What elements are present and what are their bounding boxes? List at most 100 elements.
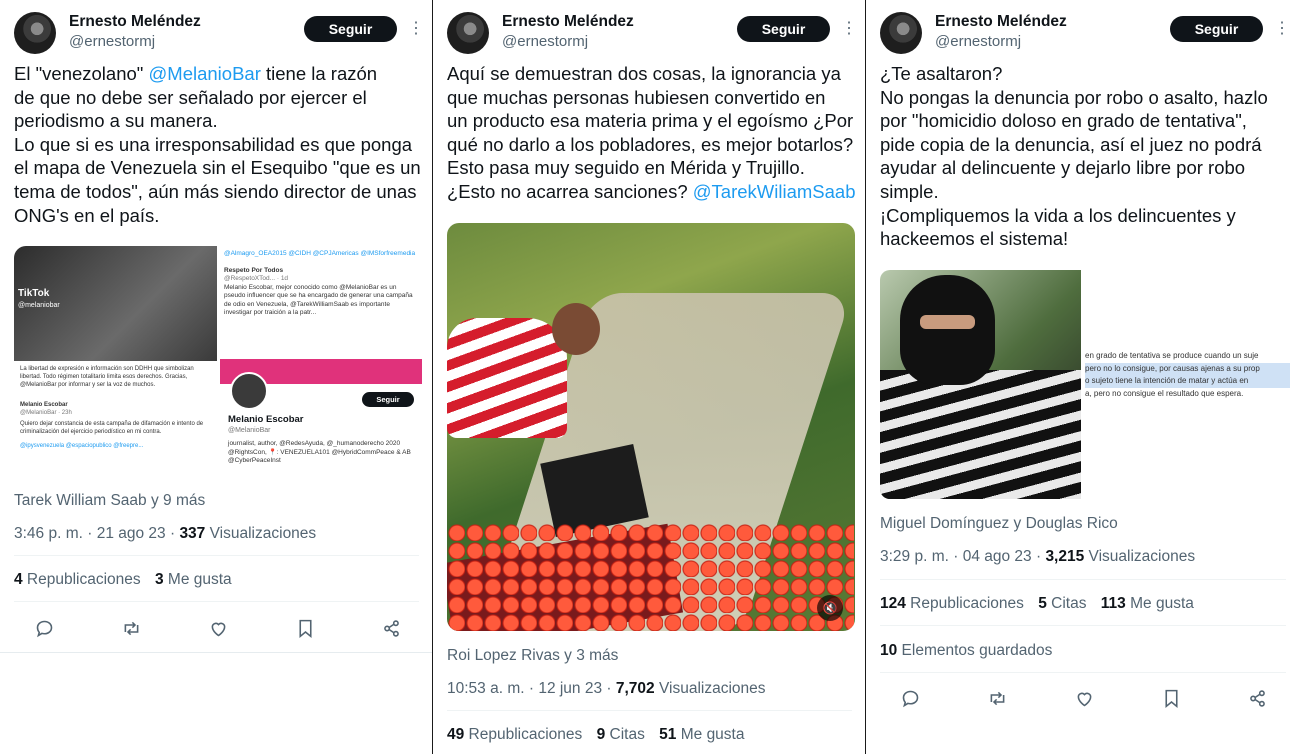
balaclava	[900, 275, 995, 385]
quoted-text: Quiero dejar constancia de esta campaña …	[20, 421, 204, 435]
likes-stat[interactable]: 113 Me gusta	[1101, 595, 1194, 612]
follow-button[interactable]: Seguir	[737, 16, 830, 42]
reply-icon[interactable]	[895, 683, 925, 713]
profile-follow-button: Seguir	[362, 392, 414, 407]
person-striped-shirt	[447, 318, 567, 438]
likes-stat[interactable]: 3 Me gusta	[155, 571, 232, 588]
divider	[0, 652, 433, 653]
views-label: Visualizaciones	[205, 525, 317, 542]
more-icon[interactable]: ⋮	[408, 19, 424, 39]
views-label: Visualizaciones	[654, 680, 766, 697]
views-label: Visualizaciones	[1084, 548, 1196, 565]
like-icon[interactable]	[1069, 683, 1099, 713]
tweet-text: ¿Te asaltaron? No pongas la denuncia por…	[880, 63, 1268, 250]
author-name[interactable]: Ernesto Meléndez	[502, 13, 634, 31]
author-handle[interactable]: @ernestormj	[935, 33, 1021, 50]
tweet-media[interactable]: en grado de tentativa se produce cuando …	[880, 270, 1290, 499]
retweets-stat[interactable]: 49 Republicaciones	[447, 726, 582, 743]
author-name[interactable]: Ernesto Meléndez	[935, 13, 1067, 31]
bookmark-icon[interactable]	[290, 613, 320, 643]
mute-icon[interactable]: 🔇	[817, 595, 843, 621]
more-icon[interactable]: ⋮	[841, 19, 857, 39]
engagement-stats: 124 Republicaciones 5 Citas 113 Me gusta	[880, 595, 1194, 613]
right-reply-text: Melanio Escobar, mejor conocido como @Me…	[224, 283, 413, 317]
share-icon[interactable]	[376, 613, 406, 643]
views-count: 7,702	[615, 680, 655, 697]
mention-link[interactable]: @TarekWiliamSaab	[693, 181, 856, 202]
engagement-stats: 4 Republicaciones 3 Me gusta	[14, 571, 232, 589]
follow-button[interactable]: Seguir	[1170, 16, 1263, 42]
share-icon[interactable]	[1242, 683, 1272, 713]
tiktok-screenshot: TikTok @melaniobar	[14, 246, 217, 361]
more-icon[interactable]: ⋮	[1274, 19, 1290, 39]
tweet-media-collage[interactable]: TikTok @melaniobar La libertad de expres…	[14, 246, 422, 478]
tweet-card-2: Ernesto Meléndez @ernestormj Seguir ⋮ Aq…	[433, 0, 866, 754]
doc-line: o sujeto tiene la intención de matar y a…	[1085, 375, 1290, 388]
action-bar	[880, 683, 1286, 713]
retweet-icon[interactable]	[116, 613, 146, 643]
masked-robber-photo	[880, 270, 1081, 499]
avatar[interactable]	[880, 12, 922, 54]
like-icon[interactable]	[203, 613, 233, 643]
tweet-timestamp: 3:29 p. m. · 04 ago 23 · 3,215 Visualiza…	[880, 548, 1196, 565]
tagged-users[interactable]: Tarek William Saab y 9 más	[14, 492, 205, 510]
engagement-stats: 49 Republicaciones 9 Citas 51 Me gusta	[447, 726, 744, 744]
profile-card: Seguir Melanio Escobar @MelanioBar journ…	[220, 372, 422, 478]
author-name[interactable]: Ernesto Meléndez	[69, 13, 201, 31]
person-head	[552, 303, 600, 355]
tweet-text-part: El "venezolano"	[14, 63, 149, 84]
saved-stat[interactable]: 10 Elementos guardados	[880, 642, 1052, 660]
tweet-text: El "venezolano" @MelanioBar tiene la raz…	[14, 62, 421, 227]
tweet-text: Aquí se demuestran dos cosas, la ignoran…	[447, 62, 856, 204]
retweet-icon[interactable]	[982, 683, 1012, 713]
divider	[880, 579, 1286, 580]
tweet-text-part: tiene la razón de que no debe ser señala…	[14, 63, 421, 226]
author-handle[interactable]: @ernestormj	[502, 33, 588, 50]
divider	[447, 710, 852, 711]
quoted-footer: @ipysvenezuela @espaciopublico @freepre.…	[20, 443, 144, 449]
mention-link[interactable]: @MelanioBar	[149, 63, 261, 84]
doc-line: pero no lo consigue, por causas ajenas a…	[1085, 362, 1290, 375]
divider	[14, 601, 419, 602]
likes-stat[interactable]: 51 Me gusta	[659, 726, 744, 743]
tagged-users[interactable]: Miguel Domínguez y Douglas Rico	[880, 515, 1118, 533]
tweet-card-3: Ernesto Meléndez @ernestormj Seguir ⋮ ¿T…	[866, 0, 1300, 754]
profile-bio: journalist, author, @RedesAyuda, @_human…	[228, 440, 411, 464]
retweets-stat[interactable]: 124 Republicaciones	[880, 595, 1024, 612]
doc-line: a, pero no consigue el resultado que esp…	[1085, 388, 1244, 398]
right-reply-name: Respeto Por Todos	[224, 266, 284, 274]
divider	[880, 672, 1286, 673]
tiktok-label: TikTok	[18, 288, 50, 299]
tweet-video[interactable]: 🔇	[447, 223, 855, 631]
right-reply-handle: @RespetoXTod... · 1d	[224, 275, 289, 282]
avatar[interactable]	[447, 12, 489, 54]
author-handle[interactable]: @ernestormj	[69, 33, 155, 50]
tweet-timestamp: 3:46 p. m. · 21 ago 23 · 337 Visualizaci…	[14, 525, 317, 542]
tomatoes	[447, 523, 854, 631]
views-count: 3,215	[1045, 548, 1085, 565]
quoted-handle: @MelanioBar · 23h	[20, 410, 72, 416]
retweets-stat[interactable]: 4 Republicaciones	[14, 571, 141, 588]
divider	[880, 625, 1286, 626]
tagged-users[interactable]: Roi Lopez Rivas y 3 más	[447, 647, 618, 665]
legal-text-snippet: en grado de tentativa se produce cuando …	[1085, 350, 1290, 400]
profile-handle: @MelanioBar	[228, 427, 271, 434]
quoted-name: Melanio Escobar	[20, 402, 68, 408]
right-tags: @Almagro_OEA2015 @CIDH @CPJAmericas @IMS…	[224, 250, 416, 257]
follow-button[interactable]: Seguir	[304, 16, 397, 42]
views-count: 337	[179, 525, 206, 542]
bookmark-icon[interactable]	[1156, 683, 1186, 713]
action-bar	[14, 613, 419, 643]
quoted-tweet: La libertad de expresión e información s…	[14, 361, 217, 478]
quotes-stat[interactable]: 9 Citas	[597, 726, 645, 743]
divider	[14, 555, 419, 556]
profile-avatar	[230, 372, 268, 410]
quotes-stat[interactable]: 5 Citas	[1038, 595, 1086, 612]
caption-top: La libertad de expresión e información s…	[20, 366, 194, 388]
reply-icon[interactable]	[29, 613, 59, 643]
tiktok-user: @melaniobar	[18, 302, 60, 309]
avatar[interactable]	[14, 12, 56, 54]
doc-line: en grado de tentativa se produce cuando …	[1085, 351, 1259, 360]
tweet-card-1: Ernesto Meléndez @ernestormj Seguir ⋮ El…	[0, 0, 433, 754]
tweet-timestamp: 10:53 a. m. · 12 jun 23 · 7,702 Visualiz…	[447, 680, 766, 697]
